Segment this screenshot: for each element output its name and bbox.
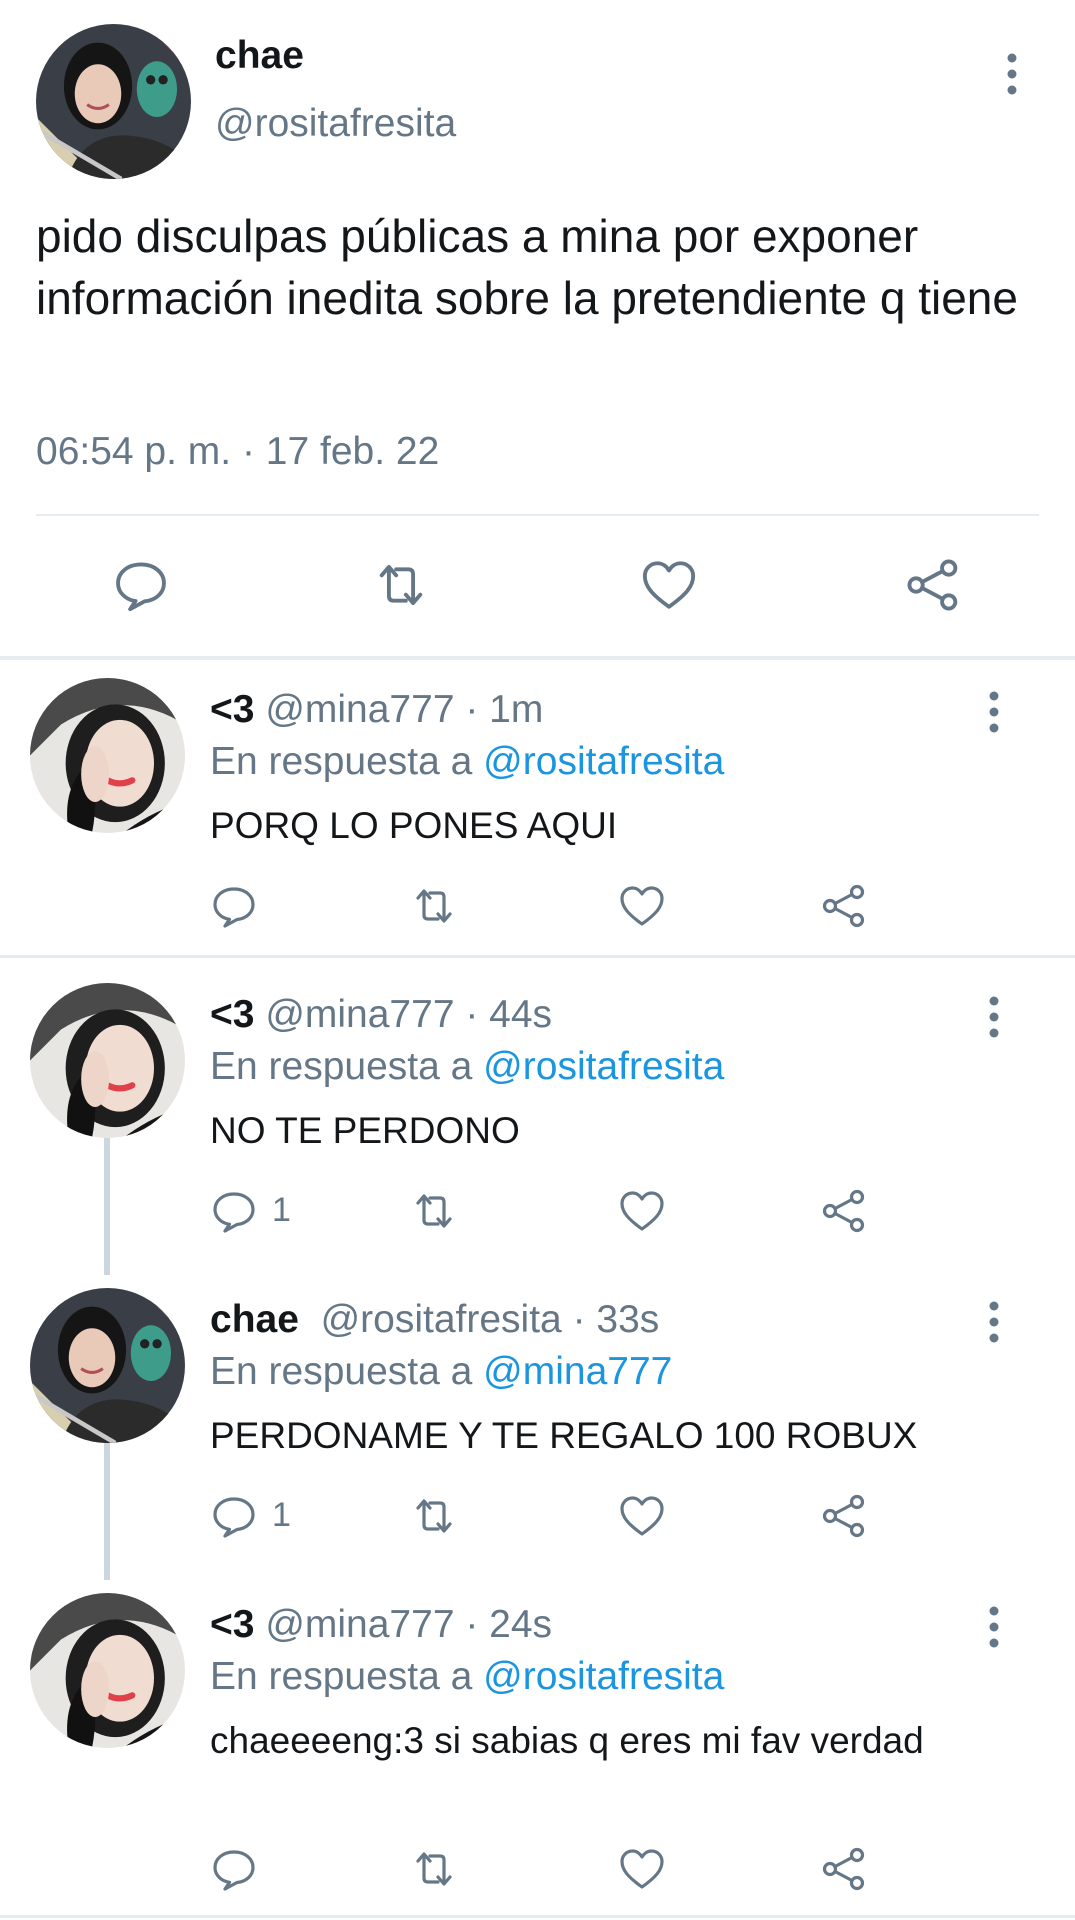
reply-actions: 1 [210, 1492, 910, 1542]
reply-time: · 44s [465, 993, 553, 1036]
main-tweet: chae @rositafresita pido disculpas públi… [0, 0, 1075, 660]
reply-icon[interactable] [210, 1187, 258, 1235]
reply-author-handle[interactable]: @mina777 [265, 1603, 454, 1646]
reply-time: · 24s [465, 1603, 553, 1646]
reply-icon[interactable] [210, 882, 258, 930]
reply-tweet[interactable]: <3 @mina777 · 44s En respuesta a @rosita… [0, 965, 1075, 1275]
more-vertical-icon[interactable] [982, 690, 1006, 734]
tweet-timestamp[interactable]: 06:54 p. m. · 17 feb. 22 [36, 430, 439, 474]
reply-avatar[interactable] [30, 1288, 185, 1443]
reply-header: chae @rositafresita · 33s [210, 1298, 659, 1342]
reply-header: <3 @mina777 · 24s [210, 1603, 552, 1647]
reply-context-label: En respuesta a [210, 1350, 484, 1393]
retweet-icon[interactable] [410, 1845, 458, 1893]
reply-text: NO TE PERDONO [210, 1110, 520, 1151]
reply-context: En respuesta a @mina777 [210, 1350, 672, 1394]
retweet-icon[interactable] [410, 882, 458, 930]
share-icon[interactable] [820, 1492, 868, 1540]
reply-author-name[interactable]: chae [210, 1298, 299, 1341]
reply-tweet[interactable]: chae @rositafresita · 33s En respuesta a… [0, 1270, 1075, 1580]
share-icon[interactable] [904, 556, 962, 614]
divider [36, 514, 1039, 516]
reply-text: PERDONAME Y TE REGALO 100 ROBUX [210, 1415, 918, 1456]
reply-actions [210, 882, 910, 932]
reply-context: En respuesta a @rositafresita [210, 1655, 724, 1699]
heart-icon[interactable] [618, 1492, 666, 1540]
reply-author-name[interactable]: <3 [210, 993, 254, 1036]
reply-text: chaeeeeng:3 si sabias q eres mi fav verd… [210, 1720, 924, 1761]
more-vertical-icon[interactable] [982, 1300, 1006, 1344]
reply-icon[interactable] [210, 1492, 258, 1540]
share-icon[interactable] [820, 1187, 868, 1235]
heart-icon[interactable] [640, 556, 698, 614]
heart-icon[interactable] [618, 1187, 666, 1235]
reply-icon[interactable] [112, 556, 170, 614]
heart-icon[interactable] [618, 1845, 666, 1893]
reply-avatar[interactable] [30, 678, 185, 833]
mention-link[interactable]: @rositafresita [483, 740, 724, 783]
reply-tweet[interactable]: <3 @mina777 · 1m En respuesta a @rositaf… [0, 660, 1075, 958]
tweet-text: pido disculpas públicas a mina por expon… [36, 210, 1018, 324]
reply-author-name[interactable]: <3 [210, 1603, 254, 1646]
retweet-icon[interactable] [372, 556, 430, 614]
retweet-icon[interactable] [410, 1492, 458, 1540]
reply-count: 1 [272, 1496, 291, 1534]
reply-text: PORQ LO PONES AQUI [210, 805, 618, 846]
reply-context: En respuesta a @rositafresita [210, 1045, 724, 1089]
reply-context-label: En respuesta a [210, 1045, 484, 1088]
reply-context: En respuesta a @rositafresita [210, 740, 724, 784]
heart-icon[interactable] [618, 882, 666, 930]
reply-context-label: En respuesta a [210, 740, 484, 783]
mention-link[interactable]: @rositafresita [483, 1045, 724, 1088]
reply-actions: 1 [210, 1187, 910, 1237]
reply-author-handle[interactable]: @mina777 [265, 688, 454, 731]
more-vertical-icon[interactable] [982, 1605, 1006, 1649]
reply-author-handle[interactable]: @mina777 [265, 993, 454, 1036]
reply-icon[interactable] [210, 1845, 258, 1893]
thread-line [104, 1135, 110, 1275]
divider [0, 1915, 1075, 1918]
mention-link[interactable]: @mina777 [483, 1350, 672, 1393]
reply-avatar[interactable] [30, 983, 185, 1138]
more-vertical-icon[interactable] [982, 995, 1006, 1039]
reply-author-name[interactable]: <3 [210, 688, 254, 731]
author-avatar[interactable] [36, 24, 191, 179]
reply-context-label: En respuesta a [210, 1655, 484, 1698]
reply-actions [210, 1845, 910, 1895]
reply-count: 1 [272, 1191, 291, 1229]
reply-tweet[interactable]: <3 @mina777 · 24s En respuesta a @rosita… [0, 1575, 1075, 1920]
more-vertical-icon[interactable] [1000, 52, 1024, 96]
reply-avatar[interactable] [30, 1593, 185, 1748]
retweet-icon[interactable] [410, 1187, 458, 1235]
reply-time: · 33s [572, 1298, 660, 1341]
share-icon[interactable] [820, 882, 868, 930]
mention-link[interactable]: @rositafresita [483, 1655, 724, 1698]
reply-header: <3 @mina777 · 1m [210, 688, 543, 732]
reply-time: · 1m [465, 688, 544, 731]
author-name[interactable]: chae [215, 34, 304, 78]
share-icon[interactable] [820, 1845, 868, 1893]
reply-header: <3 @mina777 · 44s [210, 993, 552, 1037]
divider [0, 955, 1075, 958]
thread-line [104, 1440, 110, 1580]
author-handle[interactable]: @rositafresita [215, 102, 456, 146]
reply-author-handle[interactable]: @rositafresita [321, 1298, 562, 1341]
